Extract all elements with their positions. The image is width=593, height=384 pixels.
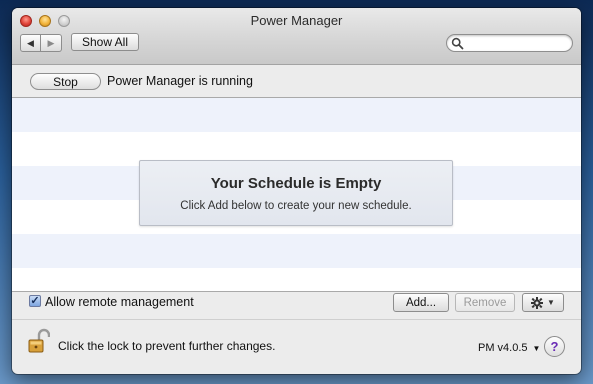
title-bar: Power Manager ◀ ▶ Show All	[12, 8, 581, 65]
window-title: Power Manager	[250, 13, 343, 28]
running-status-text: Power Manager is running	[107, 74, 253, 88]
allow-remote-management-checkbox[interactable]: ✓	[29, 295, 41, 307]
lock-icon[interactable]	[28, 328, 50, 354]
empty-schedule-message: Your Schedule is Empty Click Add below t…	[139, 160, 453, 226]
action-menu-button[interactable]: ▼	[522, 293, 564, 312]
empty-schedule-subtitle: Click Add below to create your new sched…	[180, 200, 412, 212]
list-row-stripe	[12, 98, 581, 132]
empty-schedule-title: Your Schedule is Empty	[210, 175, 382, 192]
footer-divider	[12, 319, 581, 320]
forward-button[interactable]: ▶	[41, 34, 62, 52]
help-button[interactable]: ?	[544, 336, 565, 357]
version-menu[interactable]: PM v4.0.5 ▼	[478, 342, 540, 354]
schedule-list[interactable]: Your Schedule is Empty Click Add below t…	[12, 97, 581, 292]
list-row-stripe	[12, 234, 581, 268]
chevron-left-icon: ◀	[27, 37, 34, 48]
search-icon	[451, 37, 464, 50]
remove-button[interactable]: Remove	[455, 293, 515, 312]
version-label: PM v4.0.5	[478, 342, 528, 354]
chevron-down-icon: ▼	[532, 344, 541, 353]
chevron-right-icon: ▶	[47, 37, 55, 48]
add-button[interactable]: Add...	[393, 293, 449, 312]
back-button[interactable]: ◀	[20, 34, 41, 52]
search-field[interactable]	[446, 34, 573, 52]
preferences-window: Power Manager ◀ ▶ Show All Stop Power Ma…	[12, 8, 581, 374]
show-all-button[interactable]: Show All	[71, 33, 139, 51]
allow-remote-management-label[interactable]: Allow remote management	[45, 295, 194, 309]
lock-instruction-text: Click the lock to prevent further change…	[58, 339, 276, 353]
stop-button[interactable]: Stop	[30, 73, 101, 90]
navigation-buttons: ◀ ▶	[20, 34, 62, 52]
gear-icon	[531, 296, 544, 309]
chevron-down-icon: ▼	[547, 298, 555, 307]
